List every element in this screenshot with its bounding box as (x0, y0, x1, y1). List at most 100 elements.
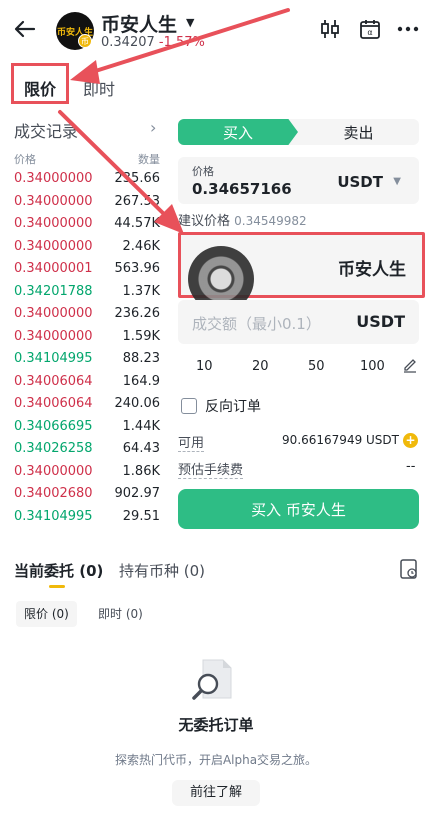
trade-price: 0.34000000 (14, 216, 93, 231)
trade-price: 0.34000000 (14, 238, 93, 254)
price-label: 价格 (192, 165, 214, 178)
trades-title[interactable]: 成交记录 (14, 118, 78, 142)
trade-qty: 1.37K (122, 283, 160, 299)
candlestick-icon[interactable] (318, 17, 342, 41)
empty-description: 探索热门代币，开启Alpha交易之旅。 (114, 753, 318, 767)
col-qty-header: 数量 (138, 153, 160, 166)
trade-row: 0.34066695 1.44K (14, 419, 160, 441)
trade-price: 0.34000001 (14, 261, 93, 276)
trade-qty: 236.26 (114, 306, 161, 321)
trade-price: 0.34026258 (14, 441, 93, 456)
reverse-order-label[interactable]: 反向订单 (205, 396, 261, 416)
suggested-price-value: 0.34549982 (234, 214, 307, 228)
total-unit: USDT (356, 312, 405, 331)
trade-price: 0.34002680 (14, 486, 93, 501)
trade-row: 0.34000000 236.26 (14, 306, 160, 328)
more-icon[interactable] (396, 17, 420, 41)
pair-price: 0.34207 (101, 35, 155, 50)
empty-title: 无委托订单 (178, 716, 254, 734)
annotation-box-limit (11, 63, 69, 104)
total-placeholder: 成交额（最小0.1） (192, 315, 321, 333)
trade-qty: 1.59K (122, 328, 160, 344)
quick-amount-10[interactable]: 10 (196, 359, 213, 374)
trade-row: 0.34026258 64.43 (14, 441, 160, 463)
reverse-order-checkbox[interactable] (181, 398, 197, 414)
calendar-icon[interactable]: α (358, 17, 382, 41)
trade-row: 0.34002680 902.97 (14, 486, 160, 508)
add-funds-icon[interactable]: + (403, 433, 418, 448)
filter-chip-market[interactable]: 即时 (0) (90, 601, 151, 627)
pair-price-line: 0.34207 -1.57% (101, 35, 205, 50)
trade-row: 0.34201788 1.37K (14, 284, 160, 306)
tab-holdings[interactable]: 持有币种 (0) (119, 560, 205, 581)
trade-price: 0.34201788 (14, 283, 93, 299)
trade-price: 0.34000000 (14, 328, 93, 344)
caret-down-icon[interactable]: ▼ (393, 176, 401, 187)
trade-row: 0.34000000 1.86K (14, 464, 160, 486)
trade-qty: 563.96 (114, 261, 161, 276)
trade-qty: 1.86K (122, 463, 160, 479)
pencil-icon[interactable] (402, 357, 418, 373)
tab-open-orders[interactable]: 当前委托 (0) (14, 560, 103, 581)
filter-chip-limit[interactable]: 限价 (0) (16, 601, 77, 627)
col-price-header: 价格 (14, 153, 36, 166)
trade-qty: 240.06 (114, 396, 161, 411)
trade-qty: 44.57K (114, 216, 160, 231)
trade-row: 0.34104995 88.23 (14, 351, 160, 373)
svg-text:α: α (367, 28, 372, 37)
chevron-right-icon[interactable]: › (150, 118, 156, 137)
suggested-price: 建议价格 0.34549982 (178, 210, 307, 229)
tab-buy[interactable]: 买入 (178, 119, 298, 145)
caret-down-icon[interactable]: ▼ (186, 16, 194, 29)
trade-price: 0.34066695 (14, 418, 93, 434)
trade-price: 0.34000000 (14, 193, 93, 209)
trade-row: 0.34000000 1.59K (14, 329, 160, 351)
trade-row: 0.34000000 2.46K (14, 239, 160, 261)
badge-icon: 币 (78, 34, 92, 48)
trade-price: 0.34104995 (14, 508, 93, 524)
available-value: 90.66167949 USDT (282, 433, 399, 447)
order-history-icon[interactable] (399, 558, 419, 580)
trade-row: 0.34000001 563.96 (14, 261, 160, 283)
trade-qty: 902.97 (114, 486, 161, 501)
trade-price: 0.34000000 (14, 306, 93, 321)
learn-more-button[interactable]: 前往了解 (172, 780, 260, 806)
buy-button[interactable]: 买入 币安人生 (178, 489, 419, 529)
trade-price: 0.34006064 (14, 373, 93, 389)
trade-qty: 29.51 (122, 508, 160, 524)
trade-row: 0.34104995 29.51 (14, 509, 160, 531)
fee-label: 预估手续费 (178, 459, 244, 479)
active-tab-indicator (49, 585, 65, 588)
quick-amount-100[interactable]: 100 (360, 359, 385, 374)
back-arrow-icon[interactable] (12, 16, 38, 42)
suggested-price-label: 建议价格 (178, 214, 231, 229)
quick-amount-20[interactable]: 20 (252, 359, 269, 374)
trade-qty: 88.23 (122, 351, 160, 366)
fee-value: -- (406, 459, 416, 474)
pair-title[interactable]: 币安人生 (101, 10, 177, 37)
quick-amount-50[interactable]: 50 (308, 359, 325, 374)
tab-sell[interactable]: 卖出 (298, 119, 419, 145)
available-label: 可用 (178, 432, 205, 452)
trade-qty: 267.53 (114, 193, 161, 209)
trade-price: 0.34006064 (14, 396, 93, 411)
trade-qty: 64.43 (122, 441, 160, 456)
side-tabs: 买入 卖出 (178, 119, 419, 145)
pair-change: -1.57% (158, 35, 205, 50)
price-input[interactable]: 价格 0.34657166 USDT ▼ (178, 157, 419, 204)
total-input[interactable]: 成交额（最小0.1） USDT (178, 300, 419, 344)
trade-price: 0.34104995 (14, 351, 93, 366)
trade-row: 0.34006064 240.06 (14, 396, 160, 418)
header-bar: 币安人生 币 币安人生 ▼ 0.34207 -1.57% α (0, 0, 432, 60)
price-unit[interactable]: USDT (337, 173, 383, 191)
trade-qty: 1.44K (122, 418, 160, 434)
price-value[interactable]: 0.34657166 (192, 180, 292, 198)
trade-qty: 164.9 (122, 373, 160, 389)
trade-row: 0.34000000 267.53 (14, 194, 160, 216)
empty-orders-icon (192, 659, 232, 700)
tab-market[interactable]: 即时 (83, 76, 115, 100)
trade-row: 0.34000000 44.57K (14, 216, 160, 238)
trade-qty: 2.46K (122, 238, 160, 254)
trade-row: 0.34006064 164.9 (14, 374, 160, 396)
amount-unit: 币安人生 (338, 260, 406, 280)
